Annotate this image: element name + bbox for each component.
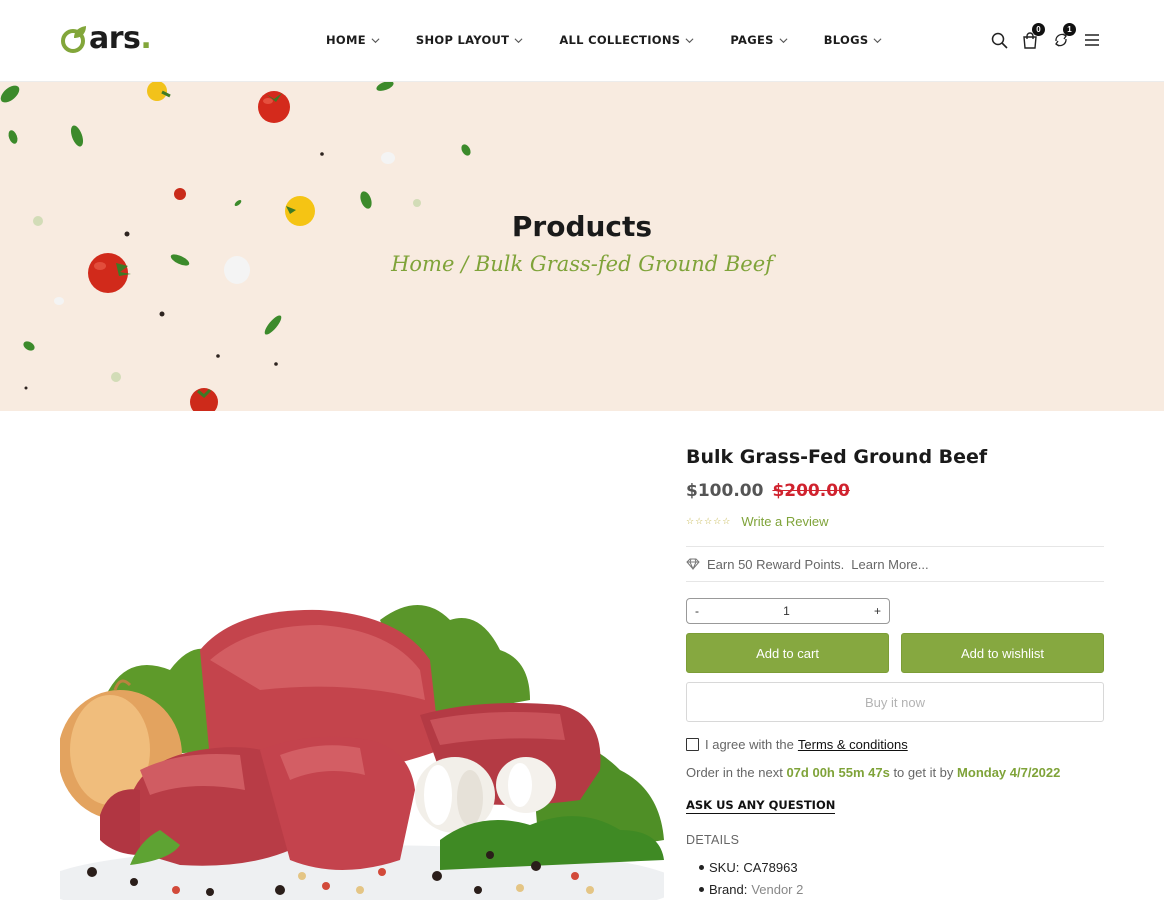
breadcrumb-current: Bulk Grass-fed Ground Beef [474, 252, 773, 276]
qty-increase-button[interactable]: + [874, 604, 881, 618]
compare-at-price: $200.00 [772, 481, 850, 501]
divider [686, 581, 1104, 582]
chevron-down-icon [514, 37, 523, 43]
nav-all-collections-label: ALL COLLECTIONS [559, 33, 681, 47]
diamond-icon [686, 558, 700, 570]
nav-home-label: HOME [326, 33, 366, 47]
detail-label: SKU: [709, 859, 740, 875]
agree-text: I agree with the [705, 737, 794, 752]
header-actions: 0 1 [980, 23, 1104, 52]
nav-home[interactable]: HOME [326, 33, 380, 47]
price-row: $100.00 $200.00 [686, 481, 1104, 501]
detail-value: CA78963 [743, 859, 798, 875]
logo-dot: . [140, 21, 152, 56]
menu-icon [1085, 34, 1099, 46]
product-image[interactable] [60, 590, 664, 900]
ask-question-link[interactable]: ASK US ANY QUESTION [686, 798, 836, 814]
compare-count-badge: 1 [1063, 23, 1076, 36]
review-row: ☆☆☆☆☆ Write a Review [686, 514, 1104, 529]
page-title: Products [511, 210, 653, 243]
breadcrumb-separator: / [454, 252, 475, 276]
search-icon [991, 32, 1008, 49]
qty-input[interactable]: 1 [783, 604, 790, 618]
detail-label: Brand: [709, 881, 748, 897]
qty-decrease-button[interactable]: - [695, 604, 699, 618]
nav-blogs-label: BLOGS [823, 33, 869, 47]
detail-brand: Brand: Vendor 2 [686, 878, 1104, 900]
nav-pages[interactable]: PAGES [730, 33, 788, 47]
buy-now-button[interactable]: Buy it now [686, 682, 1104, 722]
write-review-link[interactable]: Write a Review [741, 514, 828, 529]
decorative-vegetables-image [0, 82, 471, 411]
nav-blogs[interactable]: BLOGS [824, 33, 883, 47]
terms-link[interactable]: Terms & conditions [798, 737, 908, 752]
breadcrumb-home-link[interactable]: Home [391, 252, 454, 276]
order-prefix: Order in the next [686, 765, 783, 780]
details-list: SKU: CA78963 Brand: Vendor 2 [686, 856, 1104, 900]
cart-button[interactable]: 0 [1018, 23, 1045, 52]
chevron-down-icon [873, 37, 882, 43]
nav-all-collections[interactable]: ALL COLLECTIONS [559, 33, 694, 47]
product-title: Bulk Grass-Fed Ground Beef [686, 446, 988, 468]
terms-checkbox[interactable] [686, 738, 699, 751]
countdown-timer: 07d 00h 55m 47s [786, 765, 890, 780]
terms-agreement: I agree with the Terms & conditions [686, 737, 1104, 752]
breadcrumb: Home / Bulk Grass-fed Ground Beef [0, 252, 1164, 276]
logo[interactable]: ars. [60, 21, 152, 56]
nav-pages-label: PAGES [730, 33, 774, 47]
site-header: ars. HOME SHOP LAYOUT ALL COLLECTIONS PA… [0, 0, 1164, 82]
detail-sku: SKU: CA78963 [686, 856, 1104, 878]
delivery-countdown: Order in the next 07d 00h 55m 47s to get… [686, 765, 1104, 780]
compare-button[interactable]: 1 [1049, 23, 1076, 52]
chevron-down-icon [779, 37, 788, 43]
logo-leaf-icon [61, 26, 86, 53]
chevron-down-icon [685, 37, 694, 43]
star-rating: ☆☆☆☆☆ [686, 516, 732, 526]
menu-button[interactable] [1080, 28, 1104, 52]
reward-text: Earn 50 Reward Points. [707, 556, 845, 572]
product-info: Bulk Grass-Fed Ground Beef $100.00 $200.… [686, 446, 1104, 900]
add-to-wishlist-button[interactable]: Add to wishlist [901, 633, 1104, 673]
product-price: $100.00 [686, 481, 764, 501]
reward-points: Earn 50 Reward Points. Learn More... [686, 547, 1104, 581]
beef-product-photo [60, 590, 664, 900]
main-nav: HOME SHOP LAYOUT ALL COLLECTIONS PAGES B… [326, 33, 918, 47]
nav-shop-layout[interactable]: SHOP LAYOUT [416, 33, 523, 47]
quantity-stepper[interactable]: - 1 + [686, 598, 890, 624]
add-to-cart-button[interactable]: Add to cart [686, 633, 889, 673]
delivery-date: Monday 4/7/2022 [957, 765, 1061, 780]
action-buttons: Add to cart Add to wishlist [686, 633, 1104, 673]
learn-more-link[interactable]: Learn More... [851, 557, 928, 572]
search-button[interactable] [987, 28, 1011, 52]
nav-shop-layout-label: SHOP LAYOUT [415, 33, 510, 47]
chevron-down-icon [371, 37, 380, 43]
logo-text: ars [89, 21, 141, 56]
details-heading: DETAILS [686, 833, 740, 847]
vendor-link[interactable]: Vendor 2 [751, 882, 803, 897]
page-banner: Products Home / Bulk Grass-fed Ground Be… [0, 82, 1164, 411]
cart-count-badge: 0 [1032, 23, 1045, 36]
order-mid: to get it by [893, 765, 954, 780]
